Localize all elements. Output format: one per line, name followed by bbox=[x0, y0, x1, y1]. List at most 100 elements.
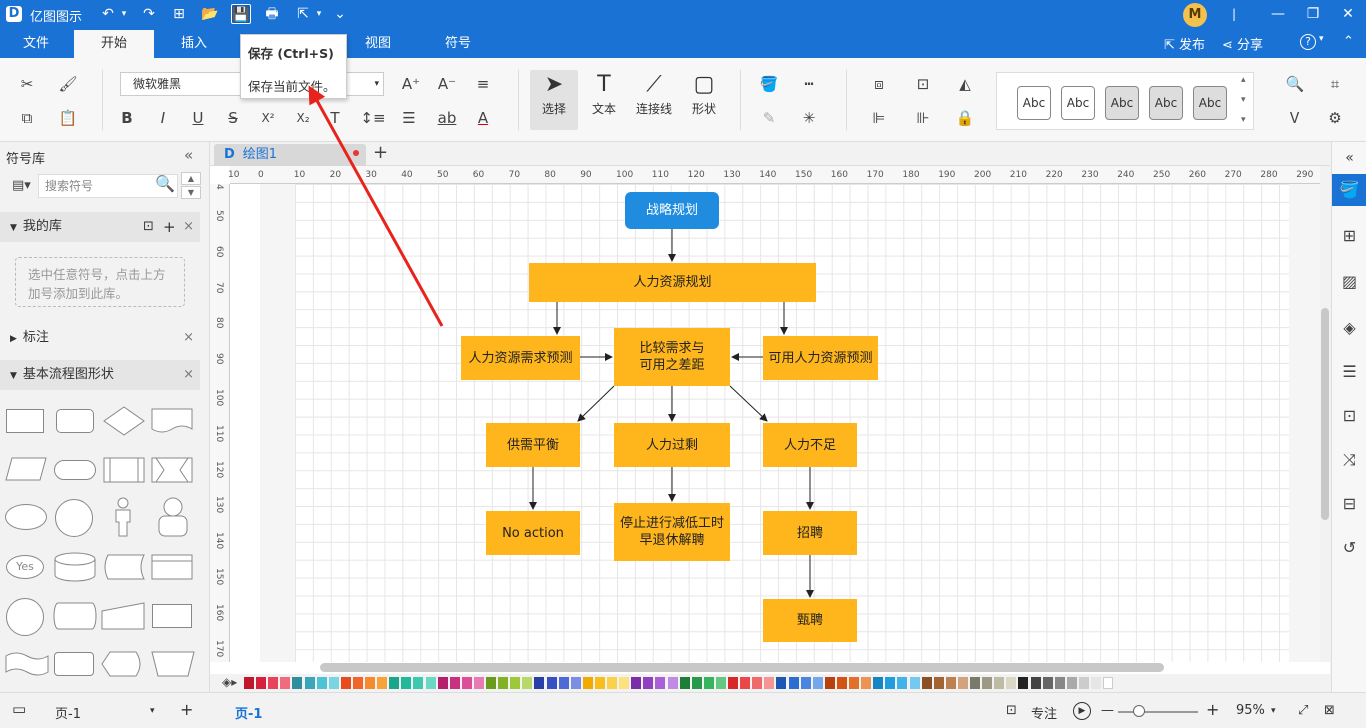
color-swatch[interactable] bbox=[570, 677, 581, 689]
line-color-icon[interactable]: ✎ bbox=[756, 106, 782, 130]
page-panel-toggle-icon[interactable]: ▭ bbox=[12, 700, 26, 718]
help-dropdown-icon[interactable]: ▾ bbox=[1319, 34, 1324, 44]
open-file-icon[interactable]: 📂 bbox=[200, 4, 220, 24]
cylinder-shape[interactable] bbox=[52, 551, 98, 583]
color-swatch[interactable] bbox=[631, 677, 642, 689]
color-swatch[interactable] bbox=[558, 677, 569, 689]
flip-icon[interactable]: ◭ bbox=[952, 72, 978, 96]
node-shortage[interactable]: 人力不足 bbox=[763, 423, 857, 467]
styles-scroll-up-icon[interactable]: ▴ bbox=[1241, 75, 1246, 85]
process-shape[interactable] bbox=[6, 409, 44, 433]
color-swatch[interactable] bbox=[244, 677, 254, 689]
color-swatch[interactable] bbox=[498, 677, 509, 689]
color-swatch[interactable] bbox=[1042, 677, 1053, 689]
highlight-icon[interactable]: ab bbox=[434, 106, 460, 130]
undo-dropdown-icon[interactable]: ▾ bbox=[114, 4, 134, 24]
color-swatch[interactable] bbox=[413, 677, 424, 689]
color-swatch[interactable] bbox=[849, 677, 859, 689]
lock-icon[interactable]: 🔒 bbox=[952, 106, 978, 130]
color-swatch[interactable] bbox=[522, 677, 533, 689]
color-swatch[interactable] bbox=[449, 677, 460, 689]
fill-color-icon[interactable]: 🪣 bbox=[756, 72, 782, 96]
color-swatch[interactable] bbox=[486, 677, 496, 689]
style-swatch[interactable]: Abc bbox=[1105, 86, 1139, 120]
styles-scroll-down-icon[interactable]: ▾ bbox=[1241, 95, 1246, 105]
export-dropdown-icon[interactable]: ▾ bbox=[309, 4, 329, 24]
close-icon[interactable]: × bbox=[183, 323, 194, 353]
color-swatch[interactable] bbox=[292, 677, 303, 689]
color-swatch[interactable] bbox=[909, 677, 920, 689]
close-icon[interactable]: × bbox=[183, 212, 194, 242]
color-swatch[interactable] bbox=[824, 677, 835, 689]
node-balance[interactable]: 供需平衡 bbox=[486, 423, 580, 467]
color-swatch[interactable] bbox=[776, 677, 787, 689]
color-swatch[interactable] bbox=[861, 677, 872, 689]
node-demand-forecast[interactable]: 人力资源需求预测 bbox=[461, 336, 580, 380]
color-swatch[interactable] bbox=[667, 677, 678, 689]
document-shape[interactable] bbox=[150, 407, 194, 435]
color-swatch[interactable] bbox=[836, 677, 847, 689]
collapse-ribbon-icon[interactable]: ⌃ bbox=[1343, 34, 1354, 49]
color-swatch[interactable] bbox=[1006, 677, 1017, 689]
paste-icon[interactable]: 📋 bbox=[55, 106, 81, 130]
color-swatch[interactable] bbox=[752, 677, 763, 689]
color-swatch[interactable] bbox=[365, 677, 375, 689]
select-tool-button[interactable]: ➤ 选择 bbox=[530, 70, 578, 130]
connector-shape[interactable] bbox=[6, 598, 44, 636]
cut-icon[interactable]: ✂ bbox=[14, 72, 40, 96]
superscript-icon[interactable]: X² bbox=[255, 106, 281, 130]
tab-file[interactable]: 文件 bbox=[0, 30, 72, 58]
color-swatch[interactable] bbox=[994, 677, 1005, 689]
add-page-icon[interactable]: + bbox=[180, 700, 193, 719]
color-swatch[interactable] bbox=[679, 677, 690, 689]
focus-mode-icon[interactable]: ⊡ bbox=[1006, 703, 1017, 718]
scroll-down-icon[interactable]: ▼ bbox=[181, 186, 201, 199]
color-swatch[interactable] bbox=[970, 677, 980, 689]
node-strategy-planning[interactable]: 战略规划 bbox=[625, 192, 719, 229]
text-direction-icon[interactable]: T bbox=[322, 106, 348, 130]
color-swatch[interactable] bbox=[1078, 677, 1089, 689]
text-color-icon[interactable]: A bbox=[470, 106, 496, 130]
format-painter-icon[interactable]: 🖌 bbox=[55, 72, 81, 96]
style-swatch[interactable]: Abc bbox=[1193, 86, 1227, 120]
horizontal-scrollbar[interactable] bbox=[320, 663, 1164, 672]
color-swatch[interactable] bbox=[401, 677, 412, 689]
node-surplus[interactable]: 人力过剩 bbox=[614, 423, 730, 467]
color-swatch[interactable] bbox=[1103, 677, 1114, 689]
save-icon[interactable]: 💾 bbox=[231, 4, 251, 24]
mindmap-panel-icon[interactable]: ⤨ bbox=[1332, 444, 1366, 476]
decision-shape[interactable] bbox=[102, 405, 146, 437]
color-swatch[interactable] bbox=[461, 677, 472, 689]
color-swatch[interactable] bbox=[873, 677, 884, 689]
data-panel-icon[interactable]: ⊡ bbox=[1332, 400, 1366, 432]
text-tool-button[interactable]: T 文本 bbox=[580, 70, 628, 130]
color-swatch[interactable] bbox=[510, 677, 521, 689]
zoom-level[interactable]: 95% bbox=[1236, 703, 1265, 718]
tab-view[interactable]: 视图 bbox=[342, 30, 414, 58]
color-swatch[interactable] bbox=[328, 677, 339, 689]
close-icon[interactable]: × bbox=[183, 360, 194, 390]
color-swatch[interactable] bbox=[256, 677, 267, 689]
color-swatch[interactable] bbox=[280, 677, 291, 689]
color-swatch[interactable] bbox=[582, 677, 593, 689]
ellipse-shape[interactable] bbox=[5, 504, 47, 530]
color-swatch[interactable] bbox=[800, 677, 811, 689]
node-stop-reduce[interactable]: 停止进行减低工时 早退休解聘 bbox=[614, 503, 730, 561]
zoom-in-icon[interactable]: + bbox=[1206, 700, 1219, 719]
color-swatch[interactable] bbox=[437, 677, 448, 689]
tab-symbols[interactable]: 符号 bbox=[420, 30, 496, 58]
line-style-icon[interactable]: ┅ bbox=[796, 72, 822, 96]
color-swatch[interactable] bbox=[316, 677, 327, 689]
color-swatch[interactable] bbox=[425, 677, 436, 689]
close-icon[interactable]: ✕ bbox=[1333, 4, 1363, 24]
color-swatch[interactable] bbox=[957, 677, 968, 689]
color-swatch[interactable] bbox=[546, 677, 557, 689]
style-tool-icon[interactable]: Ꮩ bbox=[1282, 106, 1308, 130]
color-swatch[interactable] bbox=[473, 677, 484, 689]
node-compare-gap[interactable]: 比较需求与 可用之差距 bbox=[614, 328, 730, 386]
color-swatch[interactable] bbox=[655, 677, 666, 689]
color-swatch[interactable] bbox=[691, 677, 702, 689]
font-grow-icon[interactable]: A⁺ bbox=[398, 72, 424, 96]
yes-shape[interactable]: Yes bbox=[6, 555, 44, 579]
copy-icon[interactable]: ⧉ bbox=[14, 106, 40, 130]
